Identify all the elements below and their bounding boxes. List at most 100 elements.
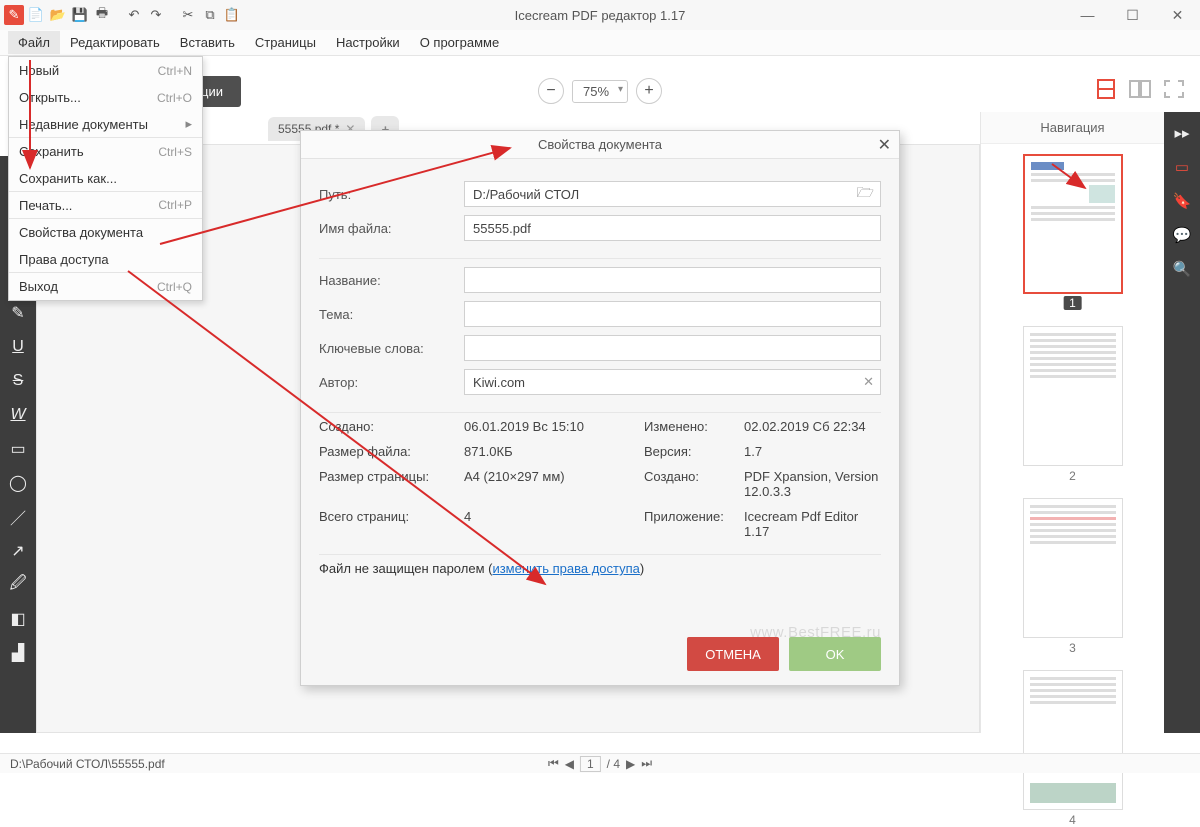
facing-pages-icon[interactable] (1128, 78, 1152, 100)
paste-icon[interactable]: 📋 (222, 5, 242, 25)
current-page-input[interactable]: 1 (580, 756, 601, 772)
next-page-icon[interactable]: ▶ (626, 757, 635, 771)
print-icon[interactable]: 🖶 (92, 5, 112, 25)
change-permissions-link[interactable]: изменить права доступа (492, 561, 639, 576)
redo-icon[interactable]: ↷ (146, 5, 166, 25)
thumbnail-number: 3 (1069, 641, 1076, 655)
label-path: Путь: (319, 187, 464, 202)
last-page-icon[interactable]: ⏭ (641, 756, 652, 771)
field-filename[interactable]: 55555.pdf (464, 215, 881, 241)
menu-insert[interactable]: Вставить (170, 31, 245, 54)
file-menu-saveas[interactable]: Сохранить как... (9, 165, 202, 192)
label-subject: Тема: (319, 307, 464, 322)
prev-page-icon[interactable]: ◀ (565, 757, 574, 771)
label-filename: Имя файла: (319, 221, 464, 236)
underline-tool-icon[interactable]: U (3, 332, 33, 362)
right-toolbar: ▸▸ ▭ 🔖 💬 🔍 (1164, 112, 1200, 733)
cut-icon[interactable]: ✂ (178, 5, 198, 25)
wavy-tool-icon[interactable]: W (3, 400, 33, 430)
document-properties-dialog: Свойства документа ✕ Путь: D:/Рабочий СТ… (300, 130, 900, 686)
copy-icon[interactable]: ⧉ (200, 5, 220, 25)
value-filesize: 871.0КБ (464, 444, 644, 459)
arrow-tool-icon[interactable]: ↗ (3, 536, 33, 566)
file-menu-recent[interactable]: Недавние документы (9, 111, 202, 138)
file-menu-print[interactable]: Печать...Ctrl+P (9, 192, 202, 219)
bookmarks-icon[interactable]: 🔖 (1167, 186, 1197, 216)
thumbnails-icon[interactable]: ▭ (1167, 152, 1197, 182)
thumbnail-number: 4 (1069, 813, 1076, 827)
value-version: 1.7 (744, 444, 881, 459)
label-author: Автор: (319, 375, 464, 390)
single-page-icon[interactable] (1094, 78, 1118, 100)
circle-tool-icon[interactable]: ◯ (3, 468, 33, 498)
thumbnail-1[interactable]: 1 (1023, 154, 1123, 294)
file-menu-permissions[interactable]: Права доступа (9, 246, 202, 273)
navigation-panel: Навигация 1 2 3 4 (980, 112, 1164, 733)
thumbnail-number: 1 (1063, 296, 1082, 310)
dialog-close-icon[interactable]: ✕ (878, 135, 891, 155)
thumbnail-2[interactable]: 2 (1023, 326, 1123, 466)
save-icon[interactable]: 💾 (70, 5, 90, 25)
cancel-button[interactable]: ОТМЕНА (687, 637, 779, 671)
file-menu-dropdown: НовыйCtrl+N Открыть...Ctrl+O Недавние до… (8, 56, 203, 301)
search-icon[interactable]: 🔍 (1167, 254, 1197, 284)
page-navigator: ⏮ ◀ 1 / 4 ▶ ⏭ (548, 756, 652, 772)
line-tool-icon[interactable]: ／ (3, 502, 33, 532)
total-pages: / 4 (607, 757, 620, 771)
undo-icon[interactable]: ↶ (124, 5, 144, 25)
close-button[interactable]: ✕ (1155, 0, 1200, 30)
file-menu-save[interactable]: СохранитьCtrl+S (9, 138, 202, 165)
label-pagesize: Размер страницы: (319, 469, 464, 499)
protection-status: Файл не защищен паролем (изменить права … (319, 561, 881, 576)
field-author[interactable]: Kiwi.com✕ (464, 369, 881, 395)
status-path: D:\Рабочий СТОЛ\55555.pdf (10, 757, 165, 771)
fullscreen-icon[interactable] (1162, 78, 1186, 100)
thumbnail-3[interactable]: 3 (1023, 498, 1123, 638)
label-pages: Всего страниц: (319, 509, 464, 539)
zoom-out-button[interactable]: − (538, 78, 564, 104)
label-filesize: Размер файла: (319, 444, 464, 459)
pencil-tool-icon[interactable]: ✎ (3, 298, 33, 328)
field-name[interactable] (464, 267, 881, 293)
zoom-percent[interactable]: 75% (572, 80, 628, 103)
field-subject[interactable] (464, 301, 881, 327)
menu-settings[interactable]: Настройки (326, 31, 410, 54)
comments-icon[interactable]: 💬 (1167, 220, 1197, 250)
rectangle-tool-icon[interactable]: ▭ (3, 434, 33, 464)
pen-tool-icon[interactable]: 🖉 (3, 570, 33, 600)
title-bar: ✎ 📄 📂 💾 🖶 ↶ ↷ ✂ ⧉ 📋 Icecream PDF редакто… (0, 0, 1200, 30)
open-icon[interactable]: 📂 (48, 5, 68, 25)
file-menu-exit[interactable]: ВыходCtrl+Q (9, 273, 202, 300)
field-path[interactable]: D:/Рабочий СТОЛ🗁 (464, 181, 881, 207)
label-modified: Изменено: (644, 419, 744, 434)
file-menu-new[interactable]: НовыйCtrl+N (9, 57, 202, 84)
collapse-panel-icon[interactable]: ▸▸ (1167, 118, 1197, 148)
first-page-icon[interactable]: ⏮ (548, 756, 559, 771)
stamp-tool-icon[interactable]: ▟ (3, 638, 33, 668)
app-icon: ✎ (4, 5, 24, 25)
new-file-icon[interactable]: 📄 (26, 5, 46, 25)
menu-about[interactable]: О программе (410, 31, 510, 54)
menu-pages[interactable]: Страницы (245, 31, 326, 54)
value-creator: PDF Xpansion, Version 12.0.3.3 (744, 469, 881, 499)
ok-button[interactable]: OK (789, 637, 881, 671)
eraser-tool-icon[interactable]: ◧ (3, 604, 33, 634)
label-created: Создано: (319, 419, 464, 434)
minimize-button[interactable]: — (1065, 0, 1110, 30)
field-keywords[interactable] (464, 335, 881, 361)
thumbnail-4[interactable]: 4 (1023, 670, 1123, 810)
strike-tool-icon[interactable]: S (3, 366, 33, 396)
browse-folder-icon[interactable]: 🗁 (857, 182, 874, 206)
maximize-button[interactable]: ☐ (1110, 0, 1155, 30)
label-app: Приложение: (644, 509, 744, 539)
file-menu-open[interactable]: Открыть...Ctrl+O (9, 84, 202, 111)
dialog-title-bar[interactable]: Свойства документа ✕ (301, 131, 899, 159)
properties-grid: Создано:06.01.2019 Вс 15:10 Изменено:02.… (319, 419, 881, 539)
clear-field-icon[interactable]: ✕ (863, 374, 874, 390)
value-created: 06.01.2019 Вс 15:10 (464, 419, 644, 434)
zoom-in-button[interactable]: + (636, 78, 662, 104)
label-name: Название: (319, 273, 464, 288)
menu-file[interactable]: Файл (8, 31, 60, 54)
file-menu-properties[interactable]: Свойства документа (9, 219, 202, 246)
menu-edit[interactable]: Редактировать (60, 31, 170, 54)
